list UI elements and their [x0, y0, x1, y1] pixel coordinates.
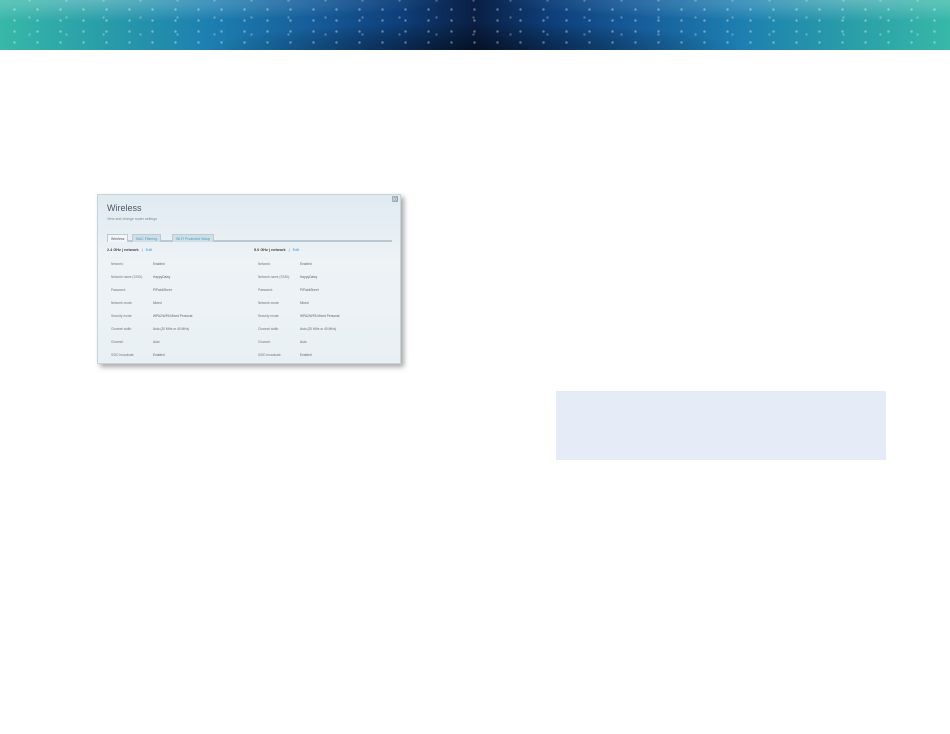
- heading-separator: |: [288, 248, 290, 252]
- setting-value: Mixed: [153, 301, 162, 305]
- tab-mac-filtering[interactable]: MAC Filtering: [132, 234, 162, 242]
- setting-value: Enabled: [153, 262, 165, 266]
- setting-label: Network mode:: [111, 301, 133, 305]
- setting-label: Network:: [111, 262, 124, 266]
- setting-row: Network name (SSID): HappyDaisy: [258, 275, 317, 280]
- setting-label: Password:: [258, 288, 273, 292]
- setting-label: Network:: [258, 262, 271, 266]
- heading-separator: |: [141, 248, 143, 252]
- setting-value: Auto (20 MHz or 40 MHz): [153, 327, 190, 331]
- network-heading: 2.4 GHz | network | Edit: [107, 248, 247, 254]
- network-heading-label: 2.4 GHz | network: [107, 248, 139, 252]
- setting-row: Network mode: Mixed: [258, 301, 309, 306]
- setting-label: Channel:: [258, 340, 271, 344]
- network-heading: 5.0 GHz | network | Edit: [254, 248, 394, 254]
- header-banner: [0, 0, 950, 50]
- setting-row: Password: PIPaintSheet: [258, 288, 319, 293]
- setting-label: Network name (SSID):: [258, 275, 290, 279]
- setting-label: Security mode:: [111, 314, 133, 318]
- close-icon[interactable]: ⊠: [392, 196, 398, 203]
- setting-row: Channel: Auto: [111, 340, 160, 345]
- wireless-settings-screenshot: ⊠ Wireless View and change router settin…: [97, 194, 401, 364]
- tab-wifi-protected-setup[interactable]: Wi-Fi Protected Setup: [172, 234, 215, 242]
- setting-value: WPA2/WPA Mixed Personal: [300, 314, 340, 318]
- setting-row: Password: PIPaintSheet: [111, 288, 172, 293]
- tab-wireless[interactable]: Wireless: [107, 234, 129, 242]
- setting-label: Network mode:: [258, 301, 280, 305]
- setting-row: Network: Enabled: [258, 262, 312, 267]
- setting-value: Enabled: [300, 262, 312, 266]
- setting-value: Enabled: [300, 353, 312, 357]
- setting-label: Password:: [111, 288, 126, 292]
- setting-value: PIPaintSheet: [300, 288, 319, 292]
- tab-bar: Wireless MAC Filtering Wi-Fi Protected S…: [107, 234, 392, 242]
- setting-label: SSID broadcast:: [258, 353, 282, 357]
- setting-row: Security mode: WPA2/WPA Mixed Personal: [258, 314, 339, 319]
- setting-value: WPA2/WPA Mixed Personal: [153, 314, 193, 318]
- setting-label: Security mode:: [258, 314, 280, 318]
- network-50ghz-section: 5.0 GHz | network | Edit Network: Enabled N…: [254, 248, 394, 357]
- edit-link[interactable]: Edit: [293, 248, 300, 252]
- setting-row: Channel width: Auto (20 MHz or 40 MHz): [111, 327, 189, 332]
- note-callout-box: [556, 391, 886, 460]
- setting-row: Channel: Auto: [258, 340, 307, 345]
- setting-row: Channel width: Auto (20 MHz or 40 MHz): [258, 327, 336, 332]
- setting-label: Channel:: [111, 340, 124, 344]
- setting-row: Network name (SSID): HappyDaisy: [111, 275, 170, 280]
- setting-label: SSID broadcast:: [111, 353, 135, 357]
- setting-label: Channel width:: [111, 327, 133, 331]
- setting-value: HappyDaisy: [300, 275, 318, 279]
- page-title: Wireless: [107, 203, 142, 213]
- setting-label: Network name (SSID):: [111, 275, 143, 279]
- setting-row: Network: Enabled: [111, 262, 165, 267]
- setting-value: Enabled: [153, 353, 165, 357]
- setting-row: Network mode: Mixed: [111, 301, 162, 306]
- setting-value: Auto (20 MHz or 40 MHz): [300, 327, 337, 331]
- setting-row: SSID broadcast: Enabled: [111, 353, 165, 358]
- setting-value: HappyDaisy: [153, 275, 171, 279]
- page-subtitle: View and change router settings: [107, 217, 157, 221]
- setting-value: PIPaintSheet: [153, 288, 172, 292]
- edit-link[interactable]: Edit: [146, 248, 153, 252]
- setting-row: Security mode: WPA2/WPA Mixed Personal: [111, 314, 192, 319]
- setting-value: Mixed: [300, 301, 309, 305]
- network-heading-label: 5.0 GHz | network: [254, 248, 286, 252]
- setting-label: Channel width:: [258, 327, 280, 331]
- setting-value: Auto: [153, 340, 160, 344]
- setting-value: Auto: [300, 340, 307, 344]
- network-24ghz-section: 2.4 GHz | network | Edit Network: Enabled N…: [107, 248, 247, 357]
- setting-row: SSID broadcast: Enabled: [258, 353, 312, 358]
